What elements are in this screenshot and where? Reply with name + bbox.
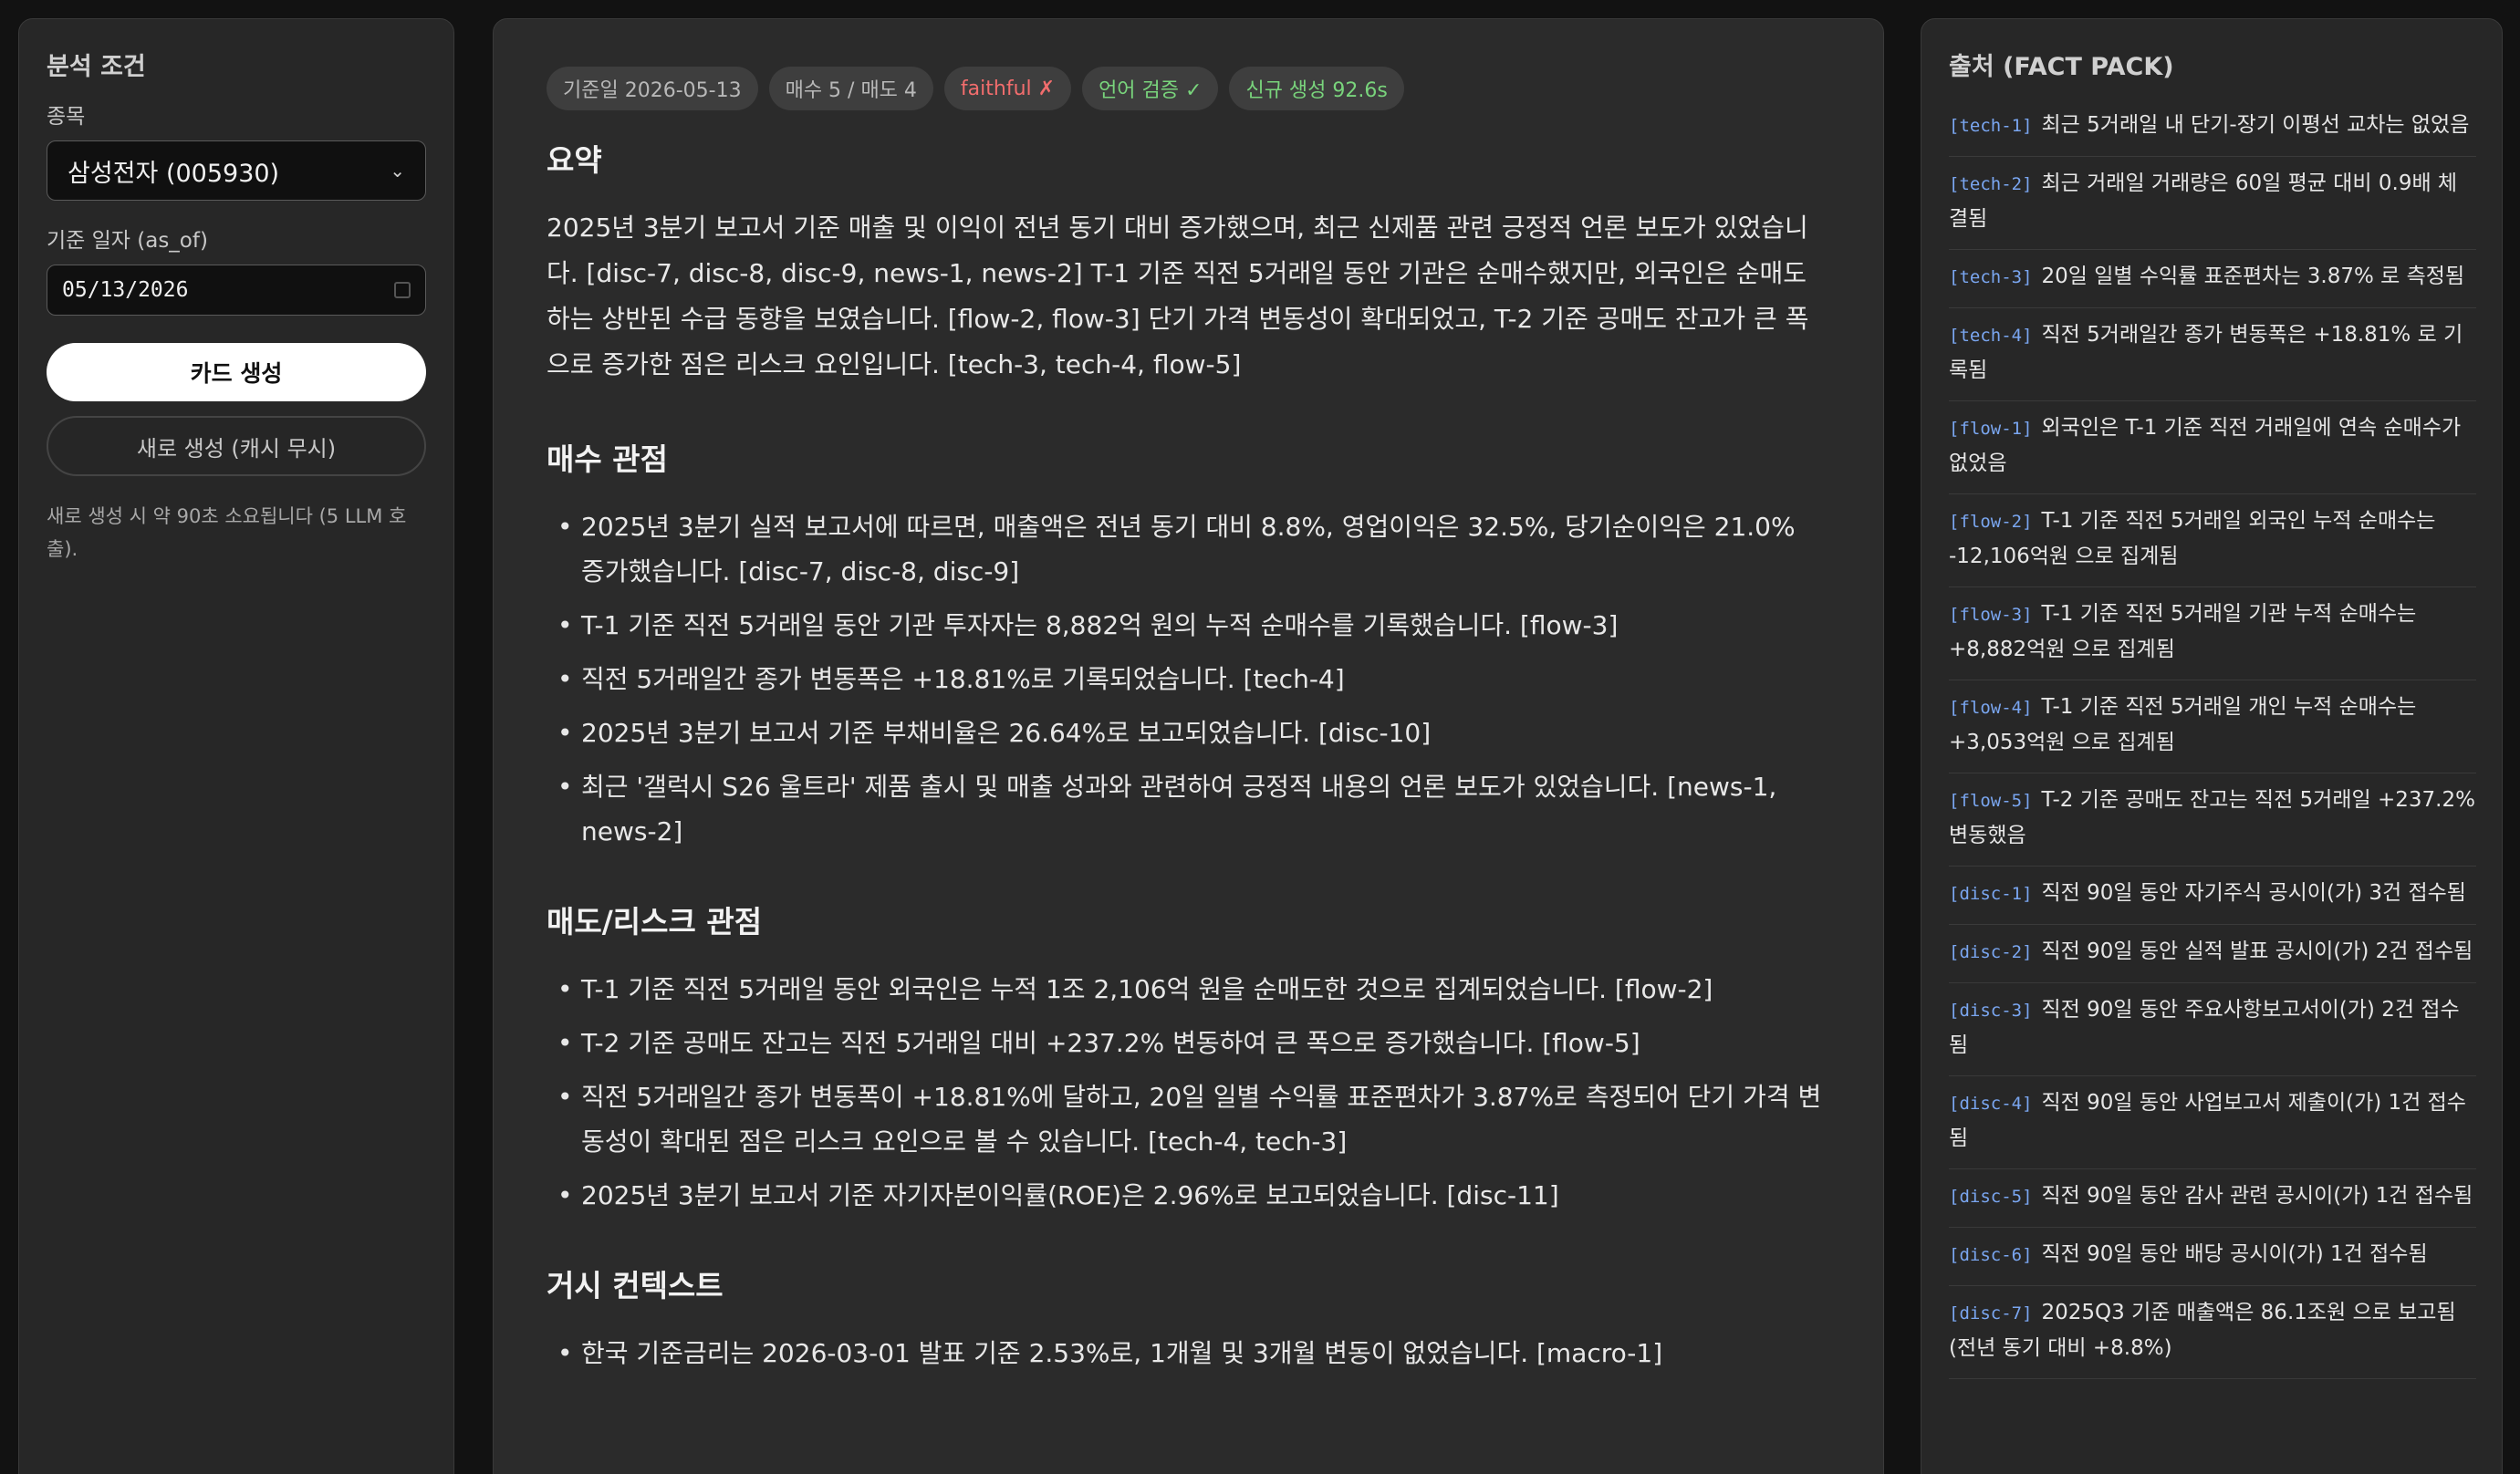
fact-item: [tech-1] 최근 5거래일 내 단기-장기 이평선 교차는 없었음 [1949, 99, 2476, 157]
fact-item: [disc-4] 직전 90일 동안 사업보고서 제출이(가) 1건 접수됨 [1949, 1076, 2476, 1169]
regenerate-hint: 새로 생성 시 약 90초 소요됩니다 (5 LLM 호출). [47, 505, 407, 560]
fact-tag: [disc-2] [1949, 942, 2033, 962]
list-item: 최근 '갤럭시 S26 울트라' 제품 출시 및 매출 성과와 관련하여 긍정적… [547, 764, 1824, 854]
sell-heading: 매도/리스크 관점 [547, 904, 763, 939]
fact-pack-title: 출처 (FACT PACK) [1949, 53, 2174, 81]
panel-title: 분석 조건 [47, 53, 146, 81]
fact-text: 최근 5거래일 내 단기-장기 이평선 교차는 없었음 [2041, 113, 2470, 137]
fact-item: [tech-4] 직전 5거래일간 종가 변동폭은 +18.81% 로 기록됨 [1949, 308, 2476, 401]
sell-list: T-1 기준 직전 5거래일 동안 외국인은 누적 1조 2,106억 원을 순… [547, 967, 1830, 1218]
fact-item: [disc-2] 직전 90일 동안 실적 발표 공시이(가) 2건 접수됨 [1949, 925, 2476, 983]
fact-tag: [disc-7] [1949, 1303, 2033, 1323]
analysis-card: 기준일 2026-05-13 매수 5 / 매도 4 faithful ✗ 언어… [493, 18, 1884, 1474]
fact-tag: [flow-1] [1949, 419, 2033, 439]
fact-item: [disc-5] 직전 90일 동안 감사 관련 공시이(가) 1건 접수됨 [1949, 1169, 2476, 1228]
list-item: T-2 기준 공매도 잔고는 직전 5거래일 대비 +237.2% 변동하여 큰… [547, 1021, 1824, 1065]
faithful-badge: faithful ✗ [943, 67, 1072, 110]
macro-list: 한국 기준금리는 2026-03-01 발표 기준 2.53%로, 1개월 및 … [547, 1331, 1830, 1375]
ticker-value: 삼성전자 (005930) [68, 159, 280, 188]
fact-tag: [tech-2] [1949, 174, 2033, 194]
list-item: 2025년 3분기 보고서 기준 부채비율은 26.64%로 보고되었습니다. … [547, 711, 1824, 755]
fact-item: [flow-1] 외국인은 T-1 기준 직전 거래일에 연속 순매수가 없었음 [1949, 401, 2476, 494]
fact-item: [flow-4] T-1 기준 직전 5거래일 개인 누적 순매수는 +3,053… [1949, 680, 2476, 773]
fact-item: [disc-1] 직전 90일 동안 자기주식 공시이(가) 3건 접수됨 [1949, 867, 2476, 925]
summary-text: 2025년 3분기 보고서 기준 매출 및 이익이 전년 동기 대비 증가했으며… [547, 213, 1809, 379]
generation-time-badge: 신규 생성 92.6s [1229, 67, 1404, 110]
fact-item: [flow-3] T-1 기준 직전 5거래일 기관 누적 순매수는 +8,882… [1949, 587, 2476, 680]
macro-heading: 거시 컨텍스트 [547, 1268, 724, 1303]
fact-item: [tech-3] 20일 일별 수익률 표준편차는 3.87% 로 측정됨 [1949, 250, 2476, 308]
status-badges: 기준일 2026-05-13 매수 5 / 매도 4 faithful ✗ 언어… [547, 67, 1830, 110]
fact-text: 직전 90일 동안 실적 발표 공시이(가) 2건 접수됨 [2041, 939, 2473, 963]
fact-tag: [flow-3] [1949, 605, 2033, 625]
fact-tag: [disc-3] [1949, 1001, 2033, 1021]
fact-tag: [disc-6] [1949, 1245, 2033, 1265]
fact-text: 직전 90일 동안 감사 관련 공시이(가) 1건 접수됨 [2041, 1184, 2473, 1208]
analysis-conditions-panel: 분석 조건 종목 삼성전자 (005930) ⌄ 기준 일자 (as_of) 0… [18, 18, 454, 1474]
buy-heading: 매수 관점 [547, 441, 668, 477]
fact-pack-panel: 출처 (FACT PACK) [tech-1] 최근 5거래일 내 단기-장기 이… [1921, 18, 2503, 1474]
list-item: 2025년 3분기 실적 보고서에 따르면, 매출액은 전년 동기 대비 8.8… [547, 504, 1824, 594]
buy-list: 2025년 3분기 실적 보고서에 따르면, 매출액은 전년 동기 대비 8.8… [547, 504, 1830, 854]
ticker-label: 종목 [47, 105, 86, 129]
fact-item: [disc-7] 2025Q3 기준 매출액은 86.1조원 으로 보고됨 (전년… [1949, 1286, 2476, 1379]
fact-tag: [flow-4] [1949, 698, 2033, 718]
language-check-badge: 언어 검증 ✓ [1082, 67, 1219, 110]
as-of-date-input[interactable]: 05/13/2026 [47, 265, 426, 316]
list-item: 한국 기준금리는 2026-03-01 발표 기준 2.53%로, 1개월 및 … [547, 1331, 1824, 1375]
fact-text: 20일 일별 수익률 표준편차는 3.87% 로 측정됨 [2041, 265, 2465, 288]
fact-item: [disc-6] 직전 90일 동안 배당 공시이(가) 1건 접수됨 [1949, 1228, 2476, 1286]
fact-tag: [disc-4] [1949, 1094, 2033, 1114]
regenerate-button[interactable]: 새로 생성 (캐시 무시) [47, 416, 426, 476]
as-of-badge: 기준일 2026-05-13 [547, 67, 758, 110]
list-item: 직전 5거래일간 종가 변동폭이 +18.81%에 달하고, 20일 일별 수익… [547, 1074, 1824, 1164]
fact-item: [flow-2] T-1 기준 직전 5거래일 외국인 누적 순매수는 -12,1… [1949, 494, 2476, 587]
fact-tag: [flow-2] [1949, 512, 2033, 532]
fact-text: 직전 90일 동안 자기주식 공시이(가) 3건 접수됨 [2041, 881, 2466, 905]
fact-tag: [tech-3] [1949, 267, 2033, 287]
generate-card-button[interactable]: 카드 생성 [47, 343, 426, 401]
date-value: 05/13/2026 [62, 278, 189, 302]
fact-item: [tech-2] 최근 거래일 거래량은 60일 평균 대비 0.9배 체결됨 [1949, 157, 2476, 250]
list-item: 직전 5거래일간 종가 변동폭은 +18.81%로 기록되었습니다. [tech… [547, 657, 1824, 701]
fact-tag: [tech-4] [1949, 326, 2033, 346]
list-item: T-1 기준 직전 5거래일 동안 외국인은 누적 1조 2,106억 원을 순… [547, 967, 1824, 1012]
summary-heading: 요약 [547, 142, 602, 178]
fact-tag: [disc-1] [1949, 884, 2033, 904]
date-label: 기준 일자 (as_of) [47, 229, 208, 253]
app-root: 분석 조건 종목 삼성전자 (005930) ⌄ 기준 일자 (as_of) 0… [0, 0, 2520, 1474]
fact-text: 직전 90일 동안 배당 공시이(가) 1건 접수됨 [2041, 1242, 2428, 1266]
calendar-icon[interactable] [394, 282, 411, 298]
ticker-select[interactable]: 삼성전자 (005930) ⌄ [47, 140, 426, 201]
fact-tag: [flow-5] [1949, 791, 2033, 811]
fact-tag: [disc-5] [1949, 1187, 2033, 1207]
fact-item: [disc-3] 직전 90일 동안 주요사항보고서이(가) 2건 접수됨 [1949, 983, 2476, 1076]
chevron-down-icon: ⌄ [390, 160, 405, 182]
fact-item: [flow-5] T-2 기준 공매도 잔고는 직전 5거래일 +237.2% 변… [1949, 773, 2476, 867]
list-item: T-1 기준 직전 5거래일 동안 기관 투자자는 8,882억 원의 누적 순… [547, 603, 1824, 648]
list-item: 2025년 3분기 보고서 기준 자기자본이익률(ROE)은 2.96%로 보고… [547, 1173, 1824, 1218]
fact-tag: [tech-1] [1949, 116, 2033, 136]
buy-sell-count-badge: 매수 5 / 매도 4 [768, 67, 933, 110]
